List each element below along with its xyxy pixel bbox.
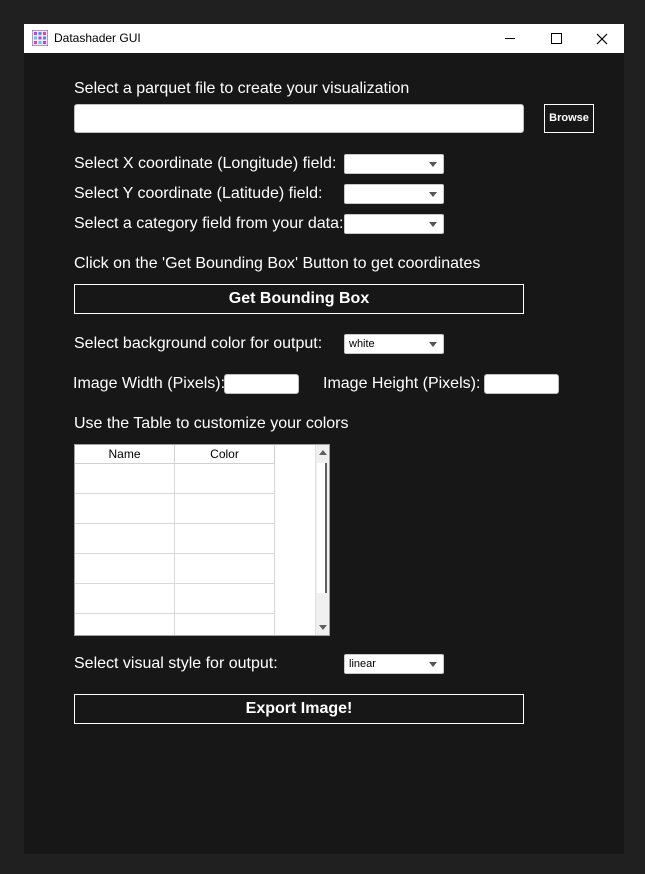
x-field-select[interactable] [344,154,444,174]
title-bar: Datashader GUI [24,24,624,53]
table-cell[interactable] [175,554,275,584]
colors-table[interactable]: Name Color [74,444,330,636]
chevron-down-icon [429,222,437,227]
visual-style-select[interactable]: linear [344,654,444,674]
table-cell[interactable] [75,464,175,494]
scroll-down-icon[interactable] [319,625,327,630]
chevron-down-icon [429,192,437,197]
table-cell[interactable] [175,614,275,635]
scroll-up-icon[interactable] [319,450,327,455]
minimize-icon [505,38,515,39]
image-height-input[interactable] [484,374,559,394]
app-window: Datashader GUI Select a parquet file to … [24,24,624,854]
table-cell[interactable] [175,584,275,614]
table-cell[interactable] [75,554,175,584]
file-path-input[interactable] [74,104,524,133]
y-field-label: Select Y coordinate (Latitude) field: [74,185,323,202]
export-image-button[interactable]: Export Image! [74,694,524,724]
file-select-label: Select a parquet file to create your vis… [74,80,410,97]
maximize-icon [550,33,562,44]
y-field-select[interactable] [344,184,444,204]
visual-style-label: Select visual style for output: [74,655,278,672]
category-field-select[interactable] [344,214,444,234]
image-height-label: Image Height (Pixels): [323,375,481,392]
browse-button[interactable]: Browse [544,104,594,133]
chevron-down-icon [429,162,437,167]
column-header-name[interactable]: Name [75,445,175,464]
colors-table-label: Use the Table to customize your colors [74,415,349,432]
table-cell[interactable] [175,494,275,524]
table-cell[interactable] [75,584,175,614]
window-title: Datashader GUI [54,31,141,45]
category-field-label: Select a category field from your data: [74,215,344,232]
table-cell[interactable] [75,524,175,554]
chevron-down-icon [429,342,437,347]
chevron-down-icon [429,662,437,667]
x-field-label: Select X coordinate (Longitude) field: [74,155,337,172]
table-cell[interactable] [75,614,175,635]
visual-style-value: linear [349,658,376,670]
table-cell[interactable] [175,524,275,554]
background-color-select[interactable]: white [344,334,444,354]
background-color-value: white [349,338,375,350]
minimize-button[interactable] [487,24,533,53]
scroll-thumb[interactable] [317,463,327,593]
image-width-label: Image Width (Pixels): [73,375,226,392]
background-color-label: Select background color for output: [74,335,323,352]
close-icon [596,33,608,44]
table-scrollbar[interactable] [315,445,329,635]
table-cell[interactable] [175,464,275,494]
get-bounding-box-button[interactable]: Get Bounding Box [74,284,524,314]
bbox-instruction: Click on the 'Get Bounding Box' Button t… [74,255,481,272]
maximize-button[interactable] [533,24,579,53]
table-cell[interactable] [75,494,175,524]
close-button[interactable] [579,24,625,53]
image-width-input[interactable] [224,374,299,394]
app-grid-icon [32,30,48,46]
column-header-color[interactable]: Color [175,445,275,464]
